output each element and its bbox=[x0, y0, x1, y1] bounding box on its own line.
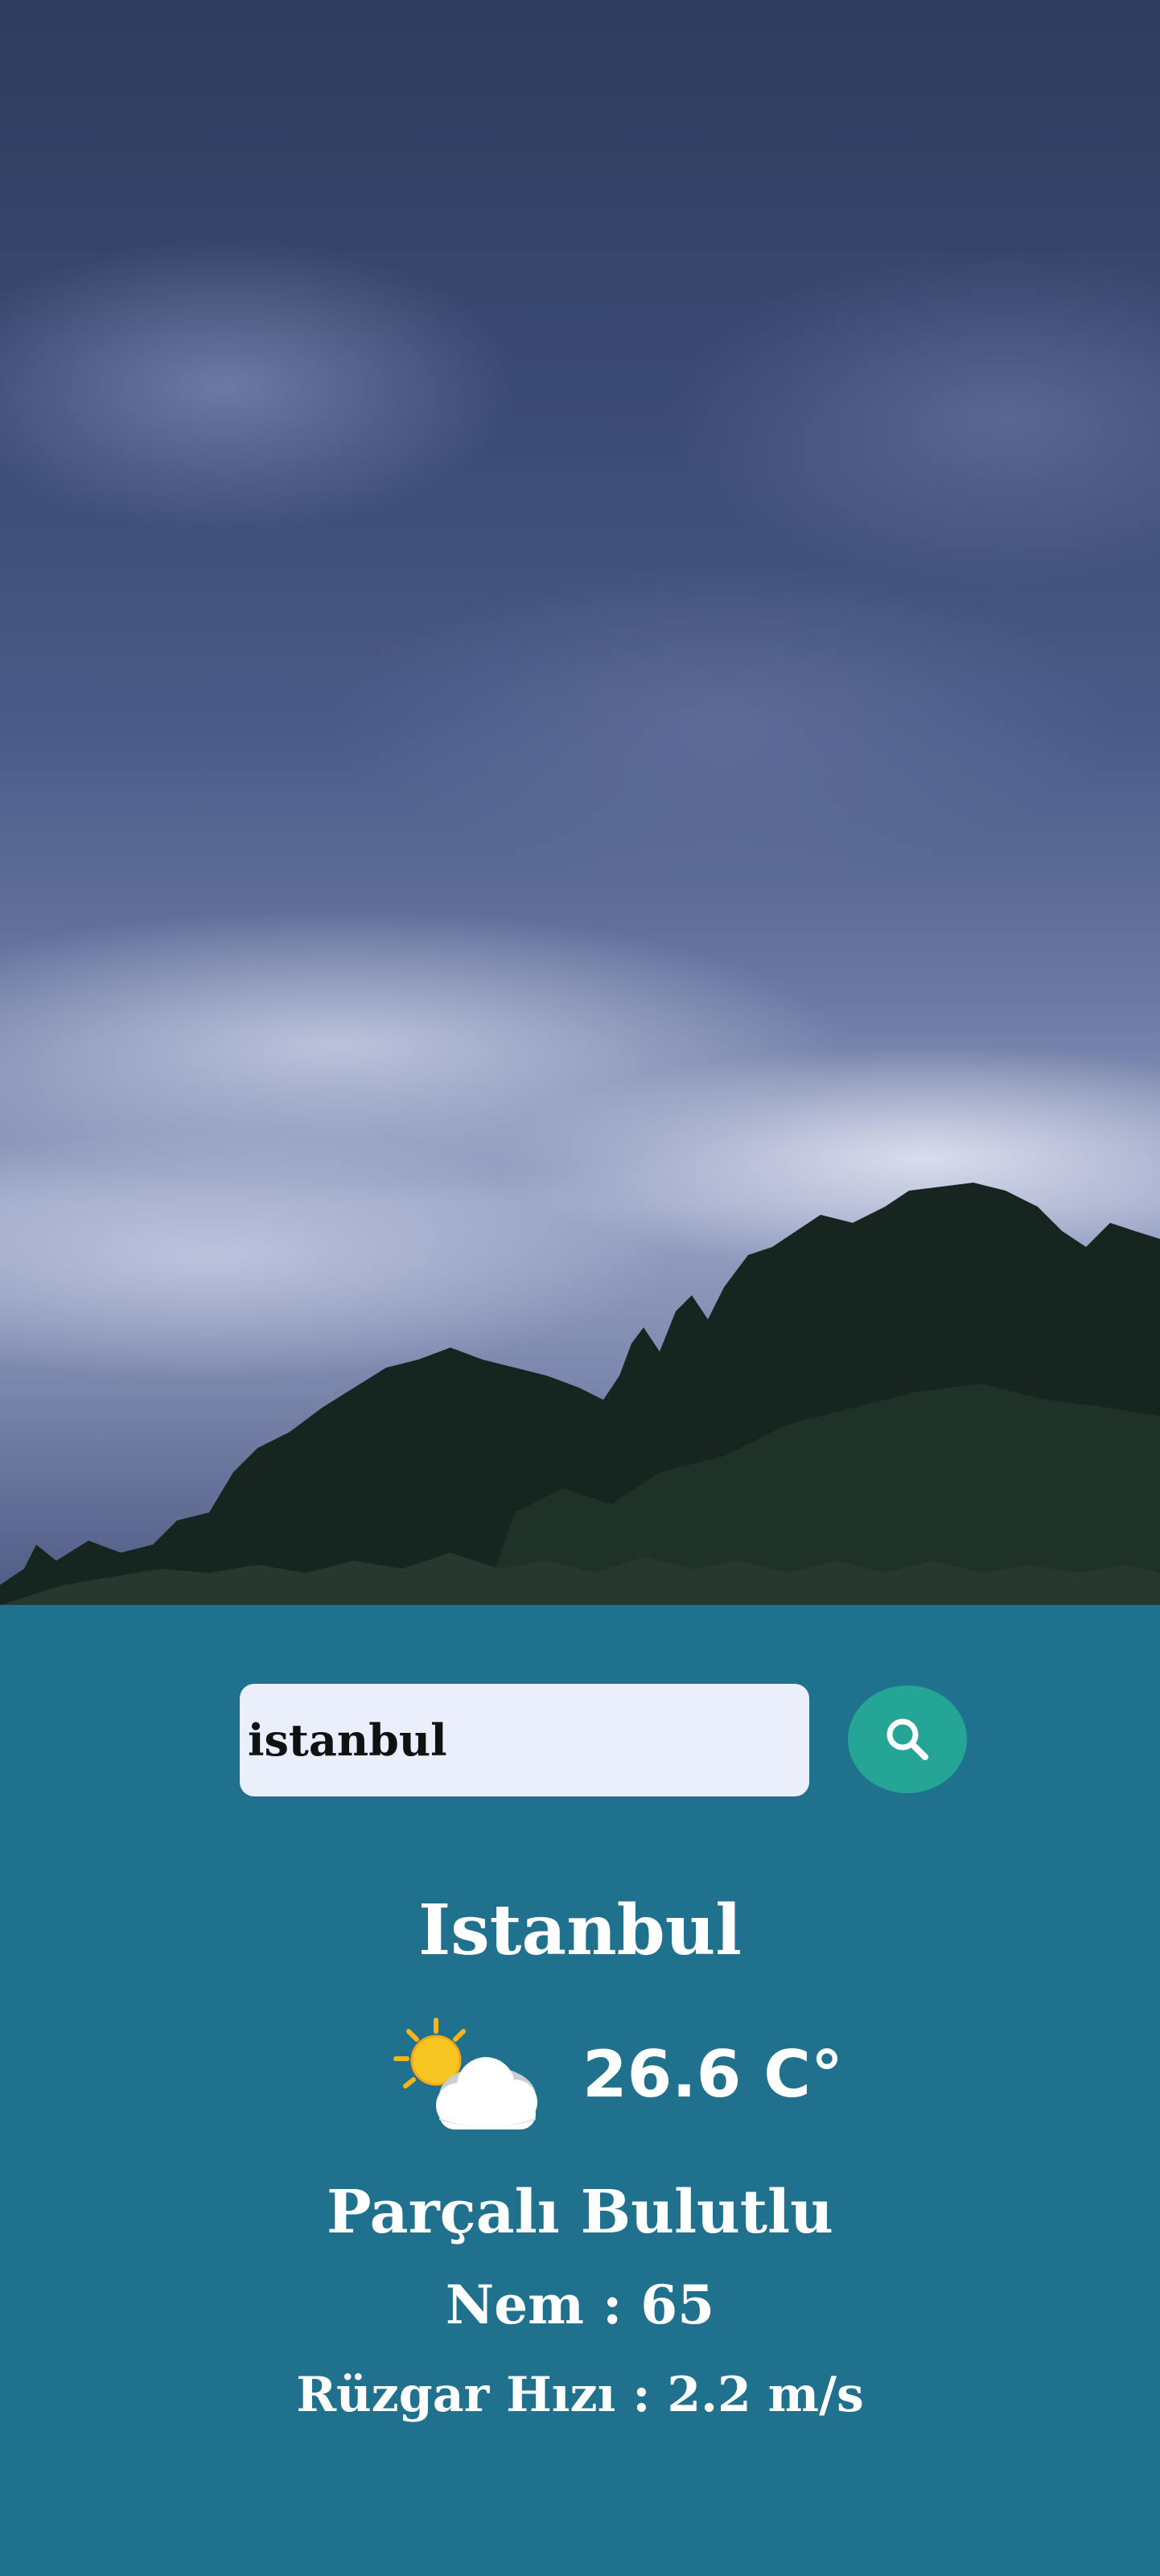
weather-app: Istanbul bbox=[0, 0, 1160, 2576]
weather-panel: Istanbul bbox=[0, 1605, 1160, 2576]
treeline-silhouette bbox=[0, 1183, 1160, 1605]
wind-speed-value: Rüzgar Hızı : 2.2 m/s bbox=[296, 2367, 864, 2423]
background-sky-image bbox=[0, 0, 1160, 1605]
city-search-input[interactable] bbox=[240, 1684, 809, 1796]
temperature-value: 26.6 C° bbox=[582, 2037, 843, 2112]
search-bar bbox=[240, 1684, 967, 1796]
weather-description: Parçalı Bulutlu bbox=[327, 2178, 833, 2247]
search-button[interactable] bbox=[848, 1685, 967, 1793]
city-name: Istanbul bbox=[418, 1890, 742, 1971]
humidity-value: Nem : 65 bbox=[445, 2274, 715, 2336]
search-icon bbox=[886, 1718, 928, 1760]
partly-cloudy-icon bbox=[393, 2018, 537, 2130]
temperature-row: 26.6 C° bbox=[0, 2015, 1160, 2136]
